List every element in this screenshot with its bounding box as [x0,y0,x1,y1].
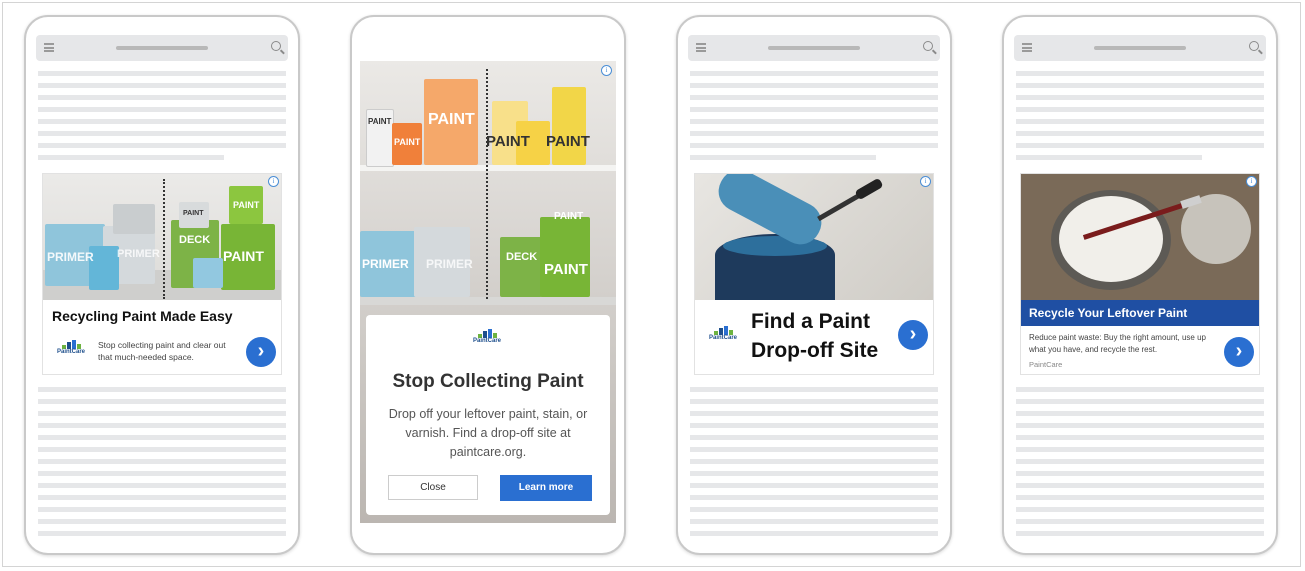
can-label: DECK [179,234,211,246]
phone-mockup-3: i PaintCare Find a Paint Drop-off Site › [676,15,952,555]
placeholder-text-bottom [690,387,938,543]
ad-body-text: Drop off your leftover paint, stain, or … [388,407,588,459]
can-label: PAINT [183,210,204,217]
search-icon[interactable] [1249,41,1259,51]
can-label: PAINT [544,261,588,278]
can-label: PAINT [546,133,590,150]
ad-image-paint-roller [695,174,933,300]
ad-cta-chevron-icon[interactable]: › [898,320,928,350]
url-bar[interactable] [768,46,860,50]
url-bar[interactable] [1094,46,1186,50]
placeholder-text-top [690,71,938,167]
can-label: PRIMER [47,250,94,264]
placeholder-text-bottom [38,387,286,543]
placeholder-text-top [1016,71,1264,167]
can-label: PAINT [394,137,421,147]
search-icon[interactable] [271,41,281,51]
can-label: PAINT [368,117,392,126]
ad-headline: Recycling Paint Made Easy [52,308,233,324]
ad-info-icon[interactable]: i [1246,176,1257,187]
browser-topbar [1014,35,1266,61]
ad-cta-chevron-icon[interactable]: › [1224,337,1254,367]
can-label: PRIMER [117,248,160,260]
search-icon[interactable] [923,41,933,51]
paintcare-logo: PaintCare [53,340,89,356]
phone-mockup-4: i Recycle Your Leftover Paint Reduce pai… [1002,15,1278,555]
ad-cta-chevron-icon[interactable]: › [246,337,276,367]
can-label: PAINT [223,248,264,264]
can-label: PRIMER [426,257,473,271]
ad-image-paint-shelf: PAINT PAINT DECK PRIMER PRIMER PAINT [43,174,281,300]
can-label: PRIMER [362,257,409,271]
ad-image-paint-can-brush [1021,174,1259,300]
placeholder-text-top [38,71,286,167]
url-bar[interactable] [116,46,208,50]
logo-text: PaintCare [56,349,85,355]
hamburger-menu-icon[interactable] [1022,43,1032,52]
ad-body-text: Stop collecting paint and clear out that… [98,340,226,362]
can-label: PAINT [428,111,475,128]
banner-ad-card[interactable]: i Recycle Your Leftover Paint Reduce pai… [1020,173,1260,375]
banner-ad-card[interactable]: i PaintCare Find a Paint Drop-off Site › [694,173,934,375]
ad-info-icon[interactable]: i [601,65,612,76]
hamburger-menu-icon[interactable] [696,43,706,52]
ad-info-icon[interactable]: i [920,176,931,187]
browser-topbar [36,35,288,61]
phone-mockup-1: PAINT PAINT DECK PRIMER PRIMER PAINT i R… [24,15,300,555]
can-label: PAINT [233,200,260,210]
ad-advertiser: PaintCare [1029,360,1063,369]
paintcare-logo: PaintCare [705,326,741,342]
can-label: PAINT [486,133,530,150]
can-label: DECK [506,251,538,263]
phone-mockup-2: PAINT PAINT PAINT PAINT PAINT PRIMER PRI… [350,15,626,555]
logo-text: PaintCare [472,338,501,344]
ad-body-text: Reduce paint waste: Buy the right amount… [1029,333,1206,354]
interstitial-ad-card[interactable]: PaintCare Stop Collecting Paint Drop off… [366,315,610,515]
learn-more-button[interactable]: Learn more [500,475,592,501]
ad-info-icon[interactable]: i [268,176,279,187]
can-label: PAINT [554,211,584,222]
placeholder-text-bottom [1016,387,1264,543]
banner-ad-card[interactable]: PAINT PAINT DECK PRIMER PRIMER PAINT i R… [42,173,282,375]
paintcare-logo: PaintCare [469,329,505,345]
ad-headline-banner: Recycle Your Leftover Paint [1021,300,1259,326]
ad-headline: Stop Collecting Paint [392,371,584,392]
close-button[interactable]: Close [388,475,478,500]
browser-topbar [688,35,940,61]
logo-text: PaintCare [708,335,737,341]
ad-headline: Find a Paint Drop-off Site [751,310,879,362]
hamburger-menu-icon[interactable] [44,43,54,52]
